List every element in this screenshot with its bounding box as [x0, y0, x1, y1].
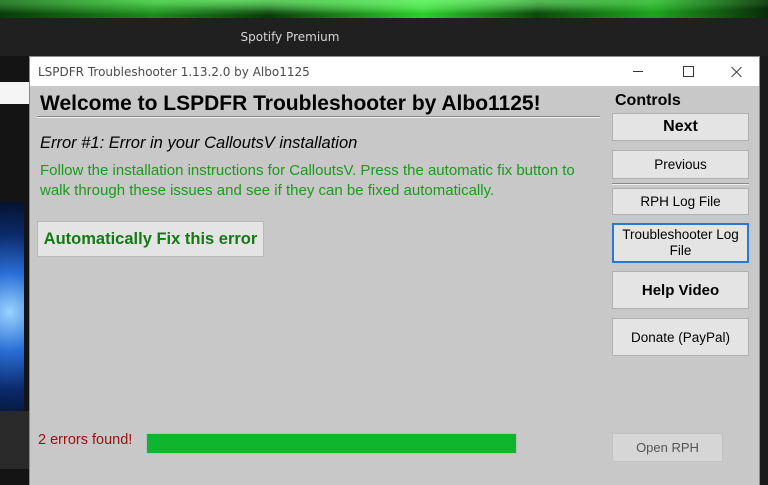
background-window-panel — [0, 411, 30, 469]
minimize-button[interactable] — [615, 57, 661, 86]
minimize-icon — [633, 71, 643, 72]
open-rph-button[interactable]: Open RPH — [612, 433, 723, 462]
rph-log-file-button[interactable]: RPH Log File — [612, 188, 749, 215]
spotify-title: Spotify Premium — [240, 30, 340, 44]
progress-bar — [146, 433, 517, 454]
controls-heading: Controls — [615, 92, 681, 109]
desktop-wallpaper-glow — [0, 0, 768, 18]
maximize-icon — [682, 66, 694, 77]
progress-fill — [147, 434, 516, 453]
heading-divider — [37, 116, 600, 118]
welcome-heading: Welcome to LSPDFR Troubleshooter by Albo… — [40, 92, 541, 115]
previous-button[interactable]: Previous — [612, 150, 749, 179]
donate-paypal-button[interactable]: Donate (PayPal) — [612, 318, 749, 356]
error-title: Error #1: Error in your CalloutsV instal… — [40, 134, 358, 152]
auto-fix-button[interactable]: Automatically Fix this error — [37, 221, 264, 257]
window-title: LSPDFR Troubleshooter 1.13.2.0 by Albo11… — [38, 65, 310, 79]
background-window — [0, 56, 30, 485]
spotify-titlebar[interactable]: Spotify Premium — [0, 18, 768, 56]
window-titlebar[interactable]: LSPDFR Troubleshooter 1.13.2.0 by Albo11… — [30, 57, 759, 86]
error-description: Follow the installation instructions for… — [40, 162, 575, 199]
controls-divider — [612, 183, 749, 185]
troubleshooter-log-file-button[interactable]: Troubleshooter Log File — [612, 223, 749, 263]
close-button[interactable] — [714, 57, 760, 86]
background-window-band — [0, 82, 30, 104]
close-icon — [731, 66, 743, 78]
errors-found-label: 2 errors found! — [38, 432, 133, 448]
background-album-art — [0, 202, 24, 422]
next-button[interactable]: Next — [612, 113, 749, 141]
troubleshooter-window: LSPDFR Troubleshooter 1.13.2.0 by Albo11… — [29, 56, 760, 485]
maximize-button[interactable] — [665, 57, 711, 86]
help-video-button[interactable]: Help Video — [612, 271, 749, 309]
